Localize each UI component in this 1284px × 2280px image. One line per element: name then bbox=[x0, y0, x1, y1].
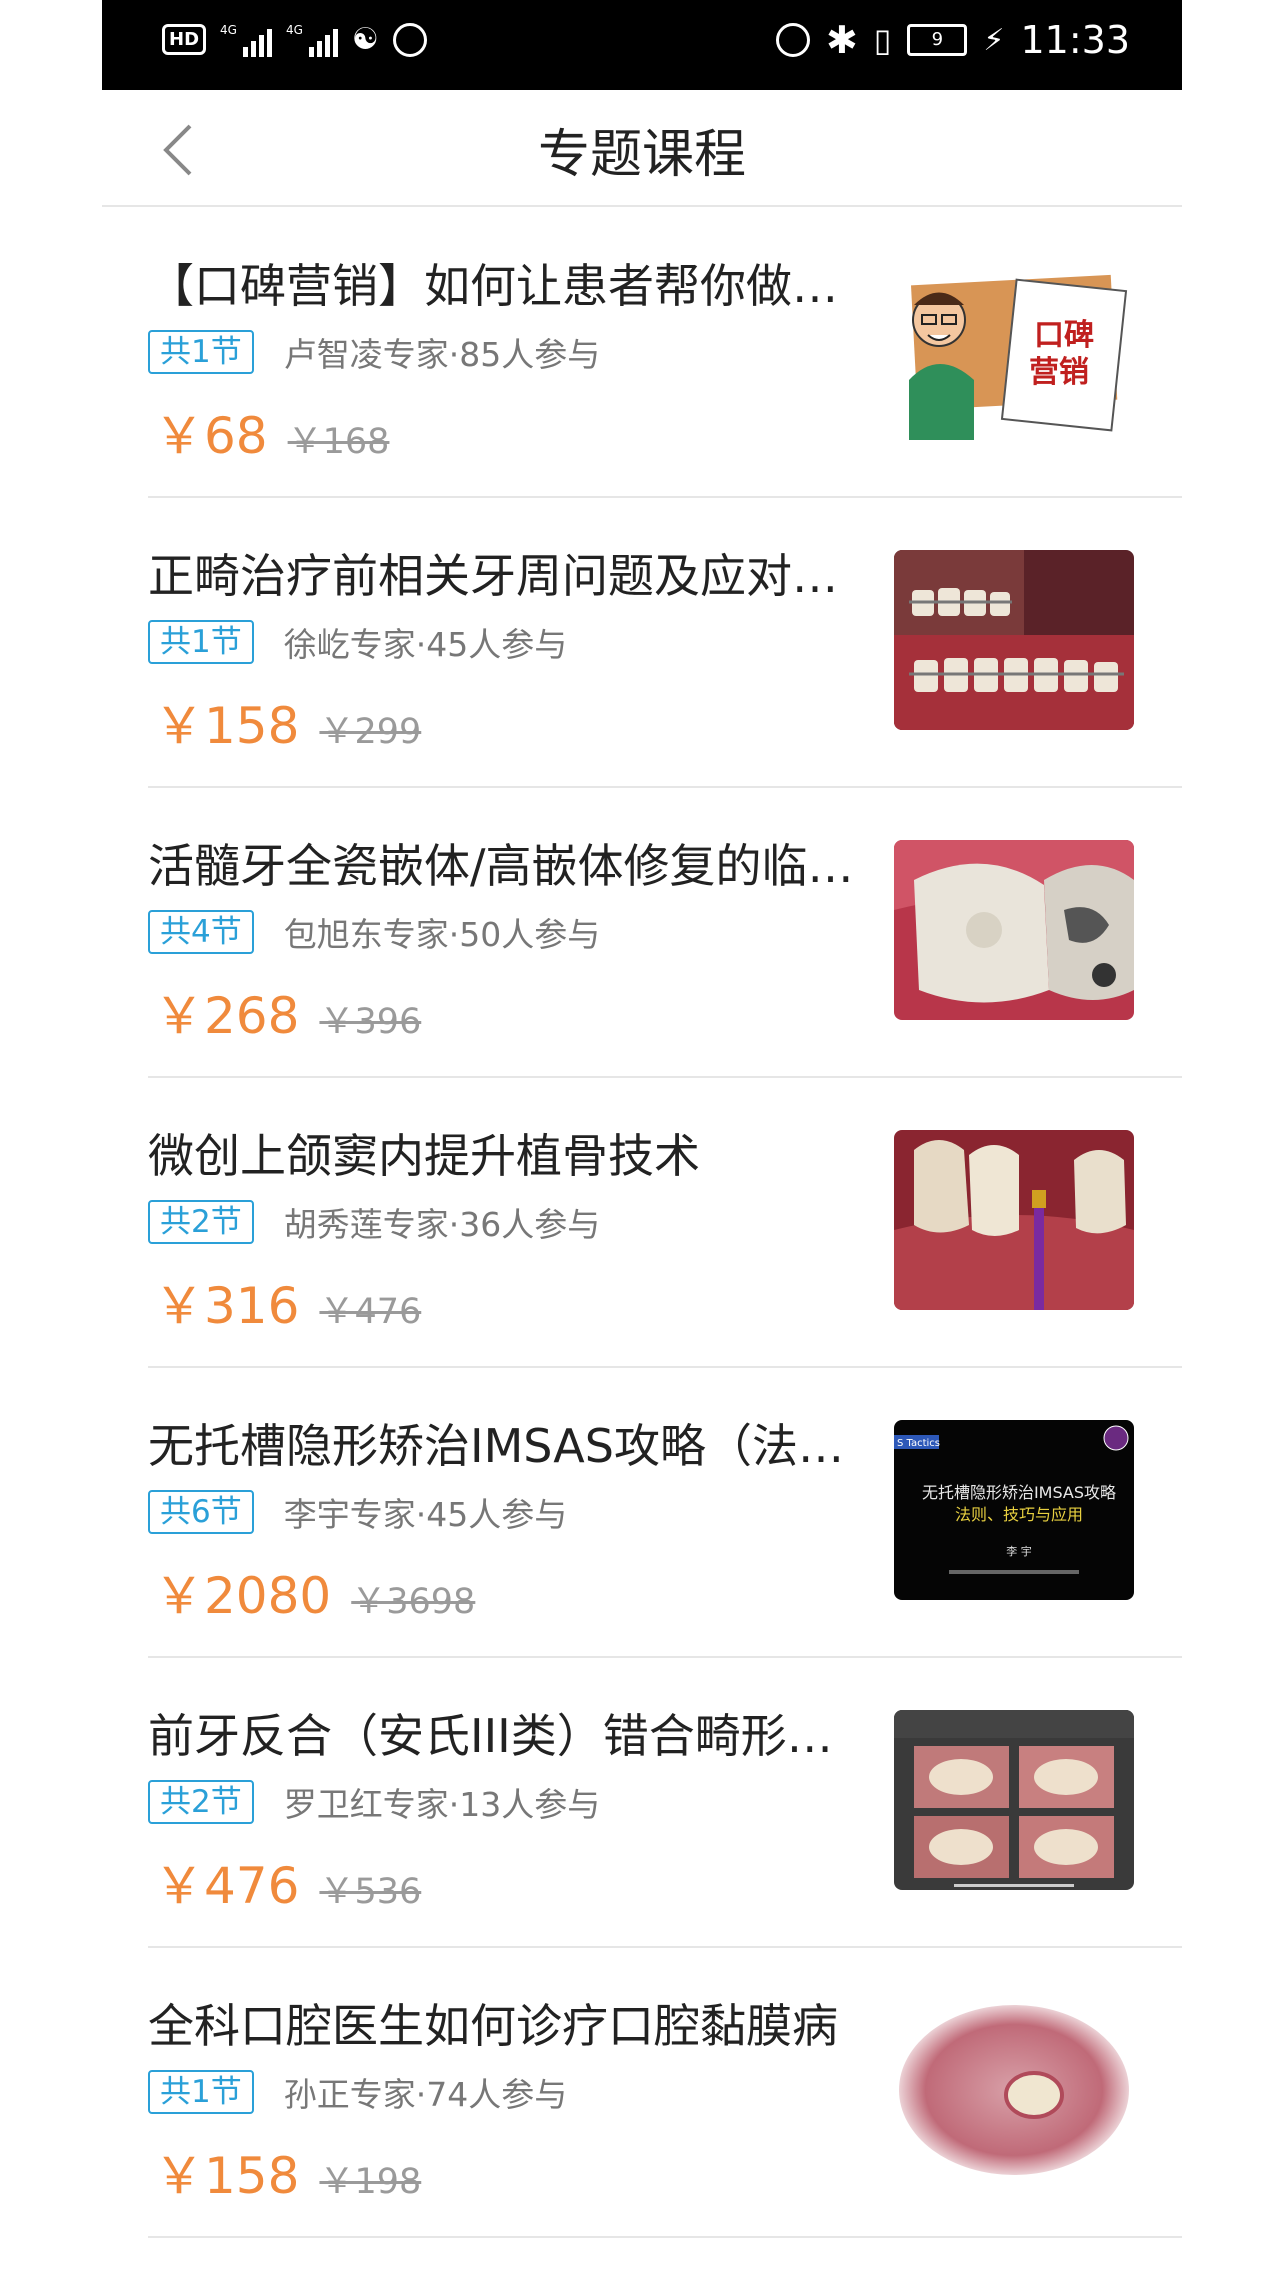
course-meta: 共1节 徐屹专家·45人参与 bbox=[148, 618, 567, 666]
course-title: 【口碑营销】如何让患者帮你做宣传 bbox=[148, 259, 870, 313]
thumb-tag: S Tactics bbox=[897, 1438, 940, 1449]
headset-icon: ☯ bbox=[351, 22, 379, 57]
list-item[interactable]: 前牙反合（安氏III类）错合畸形的矫治 共2节 罗卫红专家·13人参与 ￥476… bbox=[148, 1658, 1182, 1948]
original-price: ￥3698 bbox=[351, 1582, 476, 1622]
list-item[interactable]: 活髓牙全瓷嵌体/高嵌体修复的临床技巧 共4节 包旭东专家·50人参与 ￥268 … bbox=[148, 788, 1182, 1078]
course-title: 微创上颌窦内提升植骨技术 bbox=[148, 1129, 700, 1183]
price: ￥68 bbox=[154, 407, 268, 465]
status-bar: HD 4G 4G ☯ ✱ ▯ 9 ⚡ 11:33 bbox=[102, 0, 1182, 90]
course-list: 【口碑营销】如何让患者帮你做宣传 共1节 卢智凌专家·85人参与 ￥68 ￥16… bbox=[148, 208, 1182, 2238]
price: ￥2080 bbox=[154, 1567, 332, 1625]
course-thumbnail bbox=[894, 2000, 1134, 2180]
vibrate-icon: ▯ bbox=[873, 21, 892, 59]
list-item[interactable]: 正畸治疗前相关牙周问题及应对策略 共1节 徐屹专家·45人参与 ￥158 ￥29… bbox=[148, 498, 1182, 788]
course-thumbnail bbox=[894, 1130, 1134, 1310]
status-left: HD 4G 4G ☯ bbox=[162, 22, 427, 57]
course-prices: ￥316 ￥476 bbox=[154, 1266, 421, 1338]
lesson-count-badge: 共4节 bbox=[148, 910, 254, 954]
signal-icon-1: 4G bbox=[220, 23, 272, 57]
original-price: ￥476 bbox=[319, 1292, 422, 1332]
course-meta: 共4节 包旭东专家·50人参与 bbox=[148, 908, 600, 956]
course-prices: ￥158 ￥198 bbox=[154, 2136, 421, 2208]
price: ￥158 bbox=[154, 2147, 300, 2205]
list-item[interactable]: 无托槽隐形矫治IMSAS攻略（法则、技巧与应用） 共6节 李宇专家·45人参与 … bbox=[148, 1368, 1182, 1658]
lesson-count-badge: 共1节 bbox=[148, 2070, 254, 2114]
hd-icon: HD bbox=[162, 24, 207, 55]
lesson-count-badge: 共1节 bbox=[148, 620, 254, 664]
list-item[interactable]: 全科口腔医生如何诊疗口腔黏膜病 共1节 孙正专家·74人参与 ￥158 ￥198 bbox=[148, 1948, 1182, 2238]
charging-icon: ⚡ bbox=[983, 22, 1005, 58]
course-author: 胡秀莲专家·36人参与 bbox=[283, 1205, 601, 1244]
course-title: 全科口腔医生如何诊疗口腔黏膜病 bbox=[148, 1999, 838, 2053]
course-title: 前牙反合（安氏III类）错合畸形的矫治 bbox=[148, 1709, 870, 1763]
list-item[interactable]: 微创上颌窦内提升植骨技术 共2节 胡秀莲专家·36人参与 ￥316 ￥476 bbox=[148, 1078, 1182, 1368]
battery-icon: 9 bbox=[907, 24, 968, 56]
page-title: 专题课程 bbox=[537, 125, 746, 185]
signal-icon-2: 4G bbox=[286, 23, 338, 57]
original-price: ￥168 bbox=[287, 422, 390, 462]
original-price: ￥396 bbox=[319, 1002, 422, 1042]
alarm-icon bbox=[775, 23, 810, 57]
course-prices: ￥2080 ￥3698 bbox=[154, 1556, 475, 1628]
course-author: 卢智凌专家·85人参与 bbox=[283, 335, 601, 374]
course-meta: 共1节 卢智凌专家·85人参与 bbox=[148, 328, 600, 376]
lesson-count-badge: 共2节 bbox=[148, 1780, 254, 1824]
price: ￥158 bbox=[154, 697, 300, 755]
thumb-text-1: 口碑 bbox=[1034, 318, 1094, 353]
course-prices: ￥158 ￥299 bbox=[154, 686, 421, 758]
original-price: ￥299 bbox=[319, 712, 422, 752]
course-thumbnail: 口碑 营销 bbox=[894, 260, 1134, 440]
lesson-count-badge: 共2节 bbox=[148, 1200, 254, 1244]
lesson-count-badge: 共6节 bbox=[148, 1490, 254, 1534]
clock: 11:33 bbox=[1020, 18, 1130, 62]
course-thumbnail: S Tactics 无托槽隐形矫治IMSAS攻略 法则、技巧与应用 李 宇 bbox=[894, 1420, 1134, 1600]
course-author: 包旭东专家·50人参与 bbox=[283, 915, 601, 954]
thumb-text-1: 无托槽隐形矫治IMSAS攻略 bbox=[922, 1483, 1116, 1502]
bluetooth-icon: ✱ bbox=[825, 18, 858, 62]
thumb-text-2: 法则、技巧与应用 bbox=[955, 1505, 1083, 1524]
course-author: 李宇专家·45人参与 bbox=[283, 1495, 568, 1534]
course-meta: 共2节 罗卫红专家·13人参与 bbox=[148, 1778, 600, 1826]
thumb-text-2: 营销 bbox=[1029, 355, 1089, 390]
course-title: 活髓牙全瓷嵌体/高嵌体修复的临床技巧 bbox=[148, 839, 870, 893]
price: ￥476 bbox=[154, 1857, 300, 1915]
price: ￥268 bbox=[154, 987, 300, 1045]
course-thumbnail bbox=[894, 1710, 1134, 1890]
original-price: ￥536 bbox=[319, 1872, 422, 1912]
course-thumbnail bbox=[894, 840, 1134, 1020]
thumb-text-3: 李 宇 bbox=[1006, 1544, 1032, 1558]
list-item[interactable]: 【口碑营销】如何让患者帮你做宣传 共1节 卢智凌专家·85人参与 ￥68 ￥16… bbox=[148, 208, 1182, 498]
sync-icon bbox=[392, 22, 427, 57]
nav-bar: 专题课程 bbox=[102, 90, 1182, 207]
course-author: 罗卫红专家·13人参与 bbox=[283, 1785, 601, 1824]
course-title: 无托槽隐形矫治IMSAS攻略（法则、技巧与应用） bbox=[148, 1419, 870, 1473]
course-thumbnail bbox=[894, 550, 1134, 730]
right-margin bbox=[1182, 0, 1284, 2280]
original-price: ￥198 bbox=[319, 2162, 422, 2202]
left-margin bbox=[0, 0, 102, 2280]
course-meta: 共2节 胡秀莲专家·36人参与 bbox=[148, 1198, 600, 1246]
status-right: ✱ ▯ 9 ⚡ 11:33 bbox=[775, 18, 1130, 62]
course-prices: ￥268 ￥396 bbox=[154, 976, 421, 1048]
lesson-count-badge: 共1节 bbox=[148, 330, 254, 374]
course-prices: ￥68 ￥168 bbox=[154, 396, 389, 468]
phone-screen: HD 4G 4G ☯ ✱ ▯ 9 ⚡ 11:33 专题课程 【口碑营销】如何让患… bbox=[102, 0, 1182, 2280]
course-author: 徐屹专家·45人参与 bbox=[283, 625, 568, 664]
course-meta: 共1节 孙正专家·74人参与 bbox=[148, 2068, 567, 2116]
price: ￥316 bbox=[154, 1277, 300, 1335]
course-prices: ￥476 ￥536 bbox=[154, 1846, 421, 1918]
course-meta: 共6节 李宇专家·45人参与 bbox=[148, 1488, 567, 1536]
course-author: 孙正专家·74人参与 bbox=[283, 2075, 568, 2114]
course-title: 正畸治疗前相关牙周问题及应对策略 bbox=[148, 549, 870, 603]
